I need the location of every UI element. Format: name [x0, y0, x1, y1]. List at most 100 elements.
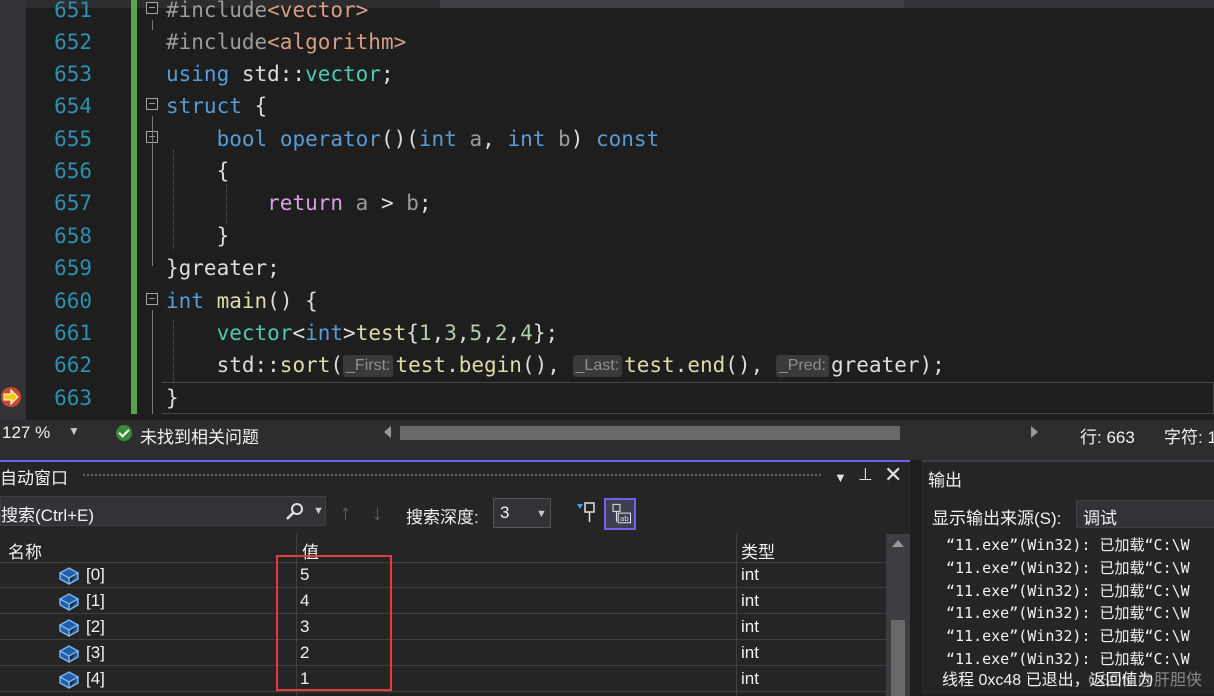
code-text: #include<algorithm> [166, 30, 407, 54]
table-row[interactable]: [4] 1 int [0, 666, 886, 692]
search-placeholder: 搜索(Ctrl+E) [1, 506, 95, 525]
output-source-label: 显示输出来源(S): [932, 509, 1062, 528]
fold-toggle-icon[interactable]: − [146, 293, 158, 305]
variable-type: int [741, 669, 759, 688]
chevron-down-icon: ▼ [536, 508, 547, 520]
column-divider[interactable] [736, 534, 737, 562]
code-line: 662 std::sort(_First: test.begin(), _Last… [0, 349, 1214, 381]
scrollbar-thumb[interactable] [891, 620, 905, 696]
panel-separator [0, 448, 1214, 460]
variable-name: [4] [86, 669, 105, 688]
line-number: 653 [54, 62, 92, 86]
outline-line [152, 116, 153, 266]
table-row[interactable]: [1] 4 int [0, 588, 886, 614]
line-number: 654 [54, 94, 92, 118]
indent-guide [226, 184, 227, 224]
code-line: 659 }greater; [0, 252, 1214, 284]
search-icon[interactable] [285, 501, 305, 521]
output-source-select[interactable]: 调试 [1076, 500, 1214, 528]
column-indicator: 字符: 1 [1164, 428, 1214, 447]
code-line: 660 − int main() { [0, 285, 1214, 317]
code-line: 661 vector<int>test{1,3,5,2,4}; [0, 317, 1214, 349]
column-header-type[interactable]: 类型 [741, 538, 775, 563]
panel-title: 输出 [928, 471, 962, 490]
drag-grip[interactable] [82, 473, 822, 478]
zoom-level[interactable]: 127 % [2, 423, 50, 443]
row-indicator: 行: 663 [1080, 428, 1135, 447]
field-cube-icon [58, 645, 80, 663]
code-text: #include<vector> [166, 0, 369, 22]
search-depth-label: 搜索深度: [406, 508, 479, 527]
arrow-down-icon[interactable]: ↓ [372, 500, 383, 526]
code-editor[interactable]: 651 − #include<vector> 652 #include<algo… [0, 0, 1214, 420]
output-window: 输出 显示输出来源(S): 调试 “11.exe”(Win32): 已加载“C:… [922, 460, 1214, 694]
chevron-down-icon[interactable]: ▼ [68, 424, 80, 438]
fold-toggle-icon[interactable]: − [146, 2, 158, 14]
arrow-up-icon[interactable]: ↑ [340, 500, 351, 526]
outline-line [152, 20, 153, 30]
line-number: 658 [54, 224, 92, 248]
table-row[interactable]: [2] 3 int [0, 614, 886, 640]
code-text: int main() { [166, 289, 318, 313]
execution-pointer-icon[interactable] [0, 386, 22, 408]
table-row[interactable]: [3] 2 int [0, 640, 886, 666]
code-line: 656 { [0, 155, 1214, 187]
variable-name: [0] [86, 565, 105, 584]
close-icon[interactable]: ✕ [884, 462, 902, 488]
vertical-scrollbar[interactable] [886, 534, 910, 696]
code-text: { [166, 159, 230, 183]
code-text: }greater; [166, 256, 280, 280]
variable-type: int [741, 643, 759, 662]
pin-source-icon[interactable] [574, 500, 598, 528]
output-source-value: 调试 [1083, 509, 1117, 528]
scroll-up-icon[interactable] [892, 540, 904, 547]
outline-line [152, 310, 153, 414]
field-cube-icon [58, 671, 80, 689]
issues-status[interactable]: 未找到相关问题 [140, 423, 259, 448]
indent-guide [173, 150, 174, 250]
code-line: 657 return a > b; [0, 187, 1214, 219]
search-input[interactable]: 搜索(Ctrl+E) ▼ [0, 496, 326, 526]
search-depth-select[interactable]: 3 ▼ [493, 498, 551, 528]
code-text: bool operator()(int a, int b) const [216, 127, 660, 151]
watermark: CSDN @肝胆侠 [1088, 672, 1203, 689]
panel-title: 自动窗口 [0, 469, 68, 488]
code-line: 655 − bool operator()(int a, int b) cons… [0, 123, 1214, 155]
pin-icon[interactable]: ⊥ [858, 465, 873, 485]
chevron-down-icon[interactable]: ▼ [834, 470, 847, 485]
fold-toggle-icon[interactable]: − [146, 98, 158, 110]
chevron-down-icon[interactable]: ▼ [313, 505, 324, 517]
parameter-hint: _Last: [572, 355, 623, 377]
code-line: 651 − #include<vector> [0, 0, 1214, 26]
field-cube-icon [58, 567, 80, 585]
log-line: “11.exe”(Win32): 已加载“C:\W [946, 604, 1190, 622]
line-number: 659 [54, 256, 92, 280]
hex-display-icon[interactable]: ab [604, 498, 636, 530]
log-line: “11.exe”(Win32): 已加载“C:\W [946, 627, 1190, 645]
log-line: “11.exe”(Win32): 已加载“C:\W [946, 536, 1190, 554]
code-line: 652 #include<algorithm> [0, 26, 1214, 58]
log-line: “11.exe”(Win32): 已加载“C:\W [946, 582, 1190, 600]
code-line: 653 using std::vector; [0, 58, 1214, 90]
scroll-right-icon[interactable] [1031, 426, 1038, 438]
line-number: 662 [54, 353, 92, 377]
horizontal-scrollbar[interactable] [400, 426, 900, 440]
scroll-left-icon[interactable] [384, 426, 391, 438]
code-text: std::sort(_First: test.begin(), _Last: tes… [166, 353, 945, 377]
field-cube-icon [58, 593, 80, 611]
line-number: 656 [54, 159, 92, 183]
variable-name: [3] [86, 643, 105, 662]
line-number: 663 [54, 386, 92, 410]
grid-header: 名称 值 类型 [0, 534, 886, 563]
variable-type: int [741, 591, 759, 610]
column-header-name[interactable]: 名称 [8, 538, 42, 563]
field-cube-icon [58, 619, 80, 637]
code-line: 663 } [0, 382, 1214, 414]
column-divider [736, 562, 737, 696]
indent-guide [173, 320, 174, 382]
parameter-hint: _Pred: [775, 355, 829, 377]
table-row[interactable]: [0] 5 int [0, 562, 886, 588]
variable-type: int [741, 617, 759, 636]
annotation-highlight-box [276, 555, 392, 691]
variable-name: [1] [86, 591, 105, 610]
